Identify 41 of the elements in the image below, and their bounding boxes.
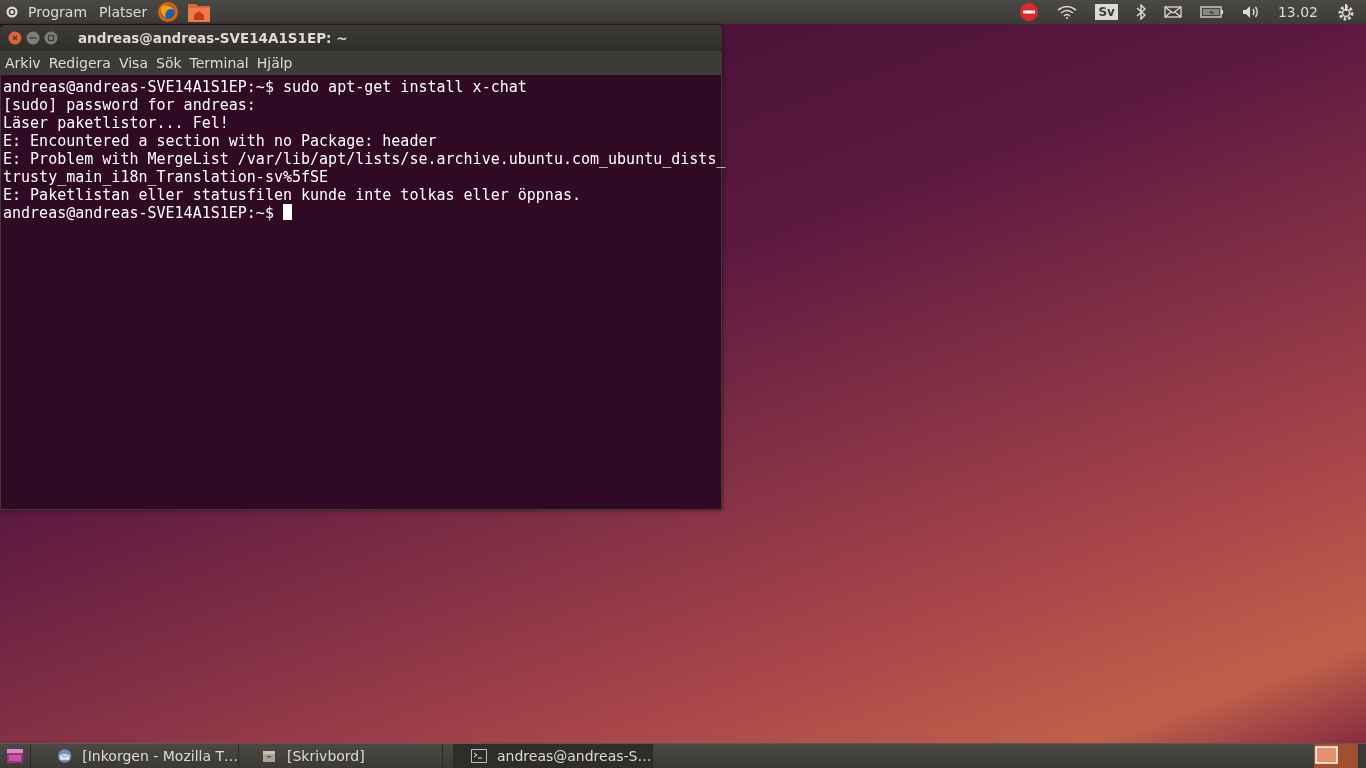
home-folder-icon[interactable] [187, 1, 212, 23]
terminal-line: Läser paketlistor... Fel! [3, 114, 229, 132]
close-button[interactable] [8, 31, 22, 45]
menu-item[interactable]: Terminal [184, 55, 252, 71]
keyboard-layout-indicator[interactable]: Sv [1095, 4, 1118, 20]
panel-menu[interactable]: Platser [97, 4, 150, 20]
terminal-line: andreas@andreas-SVE14A1S1EP:~$ sudo apt-get install x-chat [3, 78, 527, 96]
menu-item[interactable]: Hjälp [251, 55, 296, 71]
firefox-icon[interactable] [157, 1, 180, 23]
volume-icon[interactable] [1241, 5, 1260, 19]
text-cursor [282, 204, 292, 220]
ubuntu-logo-icon[interactable] [6, 6, 18, 18]
window-title: andreas@andreas-SVE14A1S1EP: ~ [78, 30, 348, 46]
show-desktop-icon[interactable] [7, 749, 23, 763]
terminal-line: trusty_main_i18n_Translation-sv%5fSE [3, 168, 329, 186]
archive-box-icon [261, 748, 277, 764]
terminal-line: E: Problem with MergeList /var/lib/apt/lists/se.archive.ubuntu.com_ubuntu_dists_ [3, 150, 726, 168]
wifi-icon[interactable] [1057, 5, 1078, 19]
taskbar-item[interactable]: andreas@andreas-S… [453, 744, 653, 768]
menu-item[interactable]: Sök [151, 55, 185, 71]
terminal-icon [471, 749, 487, 763]
taskbar-item[interactable]: [Skrivbord] [243, 744, 443, 768]
mail-client-icon [57, 748, 73, 764]
envelope-icon[interactable] [1163, 6, 1182, 18]
disconnect-icon[interactable] [1019, 2, 1040, 22]
maximize-button[interactable] [44, 31, 58, 45]
terminal-line: E: Encountered a section with no Package: header [3, 132, 437, 150]
workspace-switcher[interactable] [1314, 744, 1358, 768]
menu-item[interactable]: Redigera [43, 55, 114, 71]
clock[interactable]: 13.02 [1277, 4, 1318, 20]
terminal-line: E: Paketlistan eller statusfilen kunde inte tolkas eller öppnas. [3, 186, 581, 204]
power-gear-icon[interactable] [1336, 2, 1356, 22]
panel-menu[interactable]: Program [26, 4, 90, 20]
terminal-line: [sudo] password for andreas: [3, 96, 256, 114]
minimize-button[interactable] [26, 31, 40, 45]
taskbar-item[interactable]: [Inkorgen - Mozilla T… [39, 744, 239, 768]
menu-item[interactable]: Arkiv [0, 55, 44, 71]
bluetooth-icon[interactable] [1135, 4, 1146, 20]
terminal-prompt: andreas@andreas-SVE14A1S1EP:~$ [3, 204, 275, 222]
menu-item[interactable]: Visa [113, 55, 151, 71]
battery-icon[interactable] [1199, 6, 1224, 18]
